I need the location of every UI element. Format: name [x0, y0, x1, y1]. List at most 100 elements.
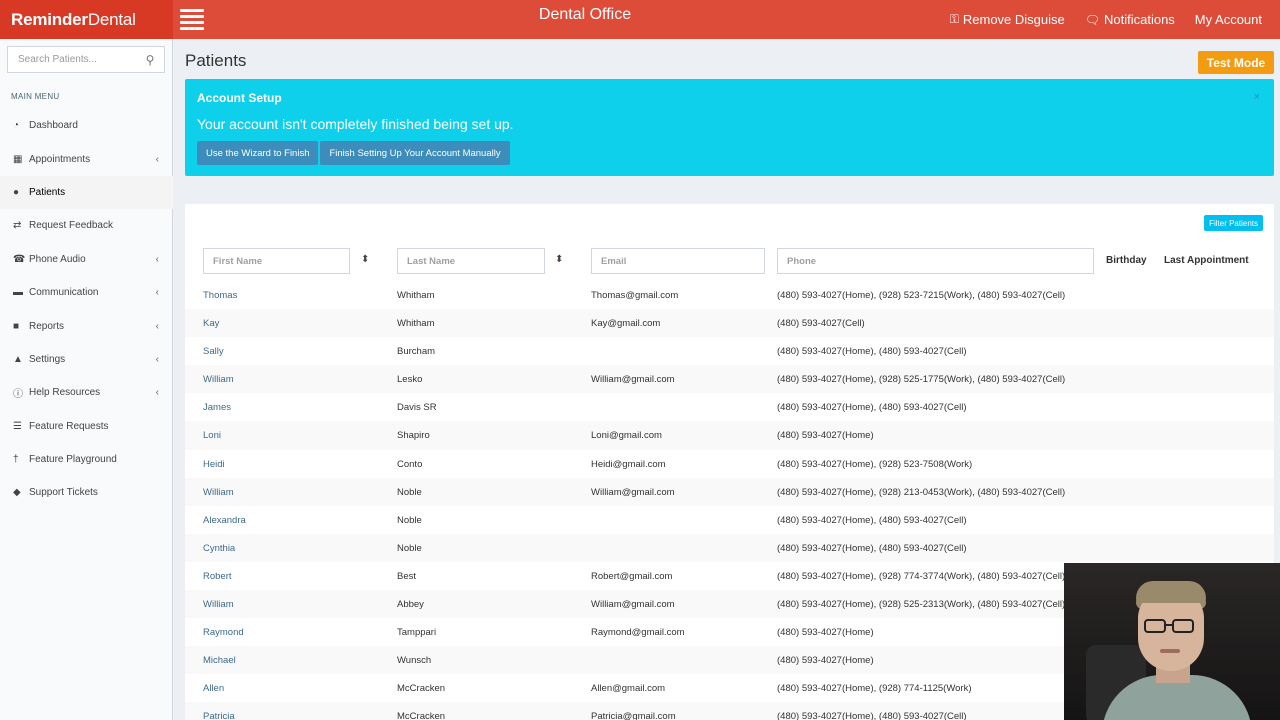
- sort-last-name-icon[interactable]: ⬍: [555, 254, 563, 265]
- table-row[interactable]: James Davis SR (480) 593-4027(Home), (480)…: [185, 393, 1274, 421]
- table-row[interactable]: Thomas Whitham Thomas@gmail.com (480) 593-4…: [185, 281, 1274, 309]
- sidebar-item-dashboard[interactable]: ◔ Dashboard: [0, 109, 173, 142]
- first-name-cell[interactable]: James: [203, 402, 231, 413]
- table-row[interactable]: William Lesko William@gmail.com (480) 593-4…: [185, 365, 1274, 394]
- sidebar-item-label: Dashboard: [29, 120, 78, 132]
- book-icon: ■: [13, 320, 20, 332]
- sidebar-item-feature-playground[interactable]: † Feature Playground: [0, 443, 173, 476]
- first-name-cell[interactable]: Raymond: [203, 627, 244, 638]
- remove-disguise-button[interactable]: ⚿ Remove Disguise: [940, 0, 1075, 39]
- sidebar-nav: ◔ Dashboard ▦ Appointments ‹ ● Patients ⇄ Reques…: [0, 109, 173, 510]
- table-row[interactable]: Alexandra Noble (480) 593-4027(Home), (480…: [185, 506, 1274, 534]
- wizard-button[interactable]: Use the Wizard to Finish: [197, 141, 319, 165]
- chevron-left-icon: ‹: [155, 253, 159, 265]
- sidebar-item-label: Patients: [29, 186, 66, 198]
- sidebar-item-patients[interactable]: ● Patients: [0, 175, 173, 210]
- filter-patients-button[interactable]: Filter Patients: [1204, 215, 1263, 231]
- table-row[interactable]: Kay Whitham Kay@gmail.com (480) 593-4027(Ce…: [185, 309, 1274, 338]
- sidebar-item-feature-requests[interactable]: ☰ Feature Requests: [0, 410, 173, 443]
- first-name-cell[interactable]: Cynthia: [203, 543, 235, 554]
- last-name-cell: Best: [397, 570, 417, 582]
- phone-cell: (480) 593-4027(Home), (480) 593-4027(Cel…: [777, 514, 967, 526]
- first-name-cell[interactable]: William: [203, 374, 234, 385]
- first-name-cell[interactable]: Robert: [203, 571, 232, 582]
- test-mode-button[interactable]: Test Mode: [1198, 51, 1274, 74]
- my-account-button[interactable]: My Account: [1185, 0, 1272, 39]
- phone-cell: (480) 593-4027(Cell): [777, 318, 865, 330]
- first-name-cell[interactable]: Thomas: [203, 290, 237, 301]
- phone-filter[interactable]: [777, 248, 1094, 274]
- first-name-cell[interactable]: Kay: [203, 318, 219, 329]
- last-name-filter[interactable]: [397, 248, 545, 274]
- sidebar-item-phone-audio[interactable]: ☎ Phone Audio ‹: [0, 243, 173, 276]
- birthday-column-header[interactable]: Birthday: [1106, 255, 1147, 266]
- sidebar-item-help-resources[interactable]: ⓘ Help Resources ‹: [0, 376, 173, 409]
- sidebar-item-settings[interactable]: ▲ Settings ‹: [0, 343, 173, 376]
- email-cell: Allen@gmail.com: [591, 683, 666, 695]
- sidebar-item-communication[interactable]: ▬ Communication ‹: [0, 276, 173, 309]
- first-name-cell[interactable]: William: [203, 487, 234, 498]
- email-cell: William@gmail.com: [591, 374, 675, 386]
- phone-cell: (480) 593-4027(Home), (928) 525-2313(Wor…: [777, 599, 1066, 611]
- last-name-cell: Conto: [397, 458, 423, 470]
- first-name-cell[interactable]: William: [203, 599, 234, 610]
- first-name-cell[interactable]: Patricia: [203, 711, 235, 720]
- last-appointment-column-header[interactable]: Last Appointment: [1164, 255, 1249, 266]
- manual-setup-button[interactable]: Finish Setting Up Your Account Manually: [320, 141, 510, 165]
- users-icon: ●: [13, 186, 20, 198]
- remove-disguise-label: Remove Disguise: [962, 12, 1065, 27]
- sidebar-item-support-tickets[interactable]: ◆ Support Tickets: [0, 476, 173, 509]
- table-row[interactable]: Sally Burcham (480) 593-4027(Home), (480) …: [185, 337, 1274, 365]
- table-row[interactable]: Heidi Conto Heidi@gmail.com (480) 593-4027(…: [185, 450, 1274, 478]
- first-name-cell[interactable]: Loni: [203, 430, 221, 441]
- webcam-overlay: [1064, 563, 1280, 720]
- phone-cell: (480) 593-4027(Home), (928) 213-0453(Wor…: [777, 486, 1066, 498]
- last-name-cell: Whitham: [397, 318, 435, 330]
- email-filter[interactable]: [591, 248, 765, 274]
- close-icon[interactable]: ×: [1254, 91, 1260, 103]
- last-name-cell: Tamppari: [397, 627, 437, 639]
- phone-cell: (480) 593-4027(Home), (928) 525-1775(Wor…: [777, 374, 1066, 386]
- sidebar-item-label: Phone Audio: [29, 253, 86, 265]
- first-name-cell[interactable]: Heidi: [203, 459, 225, 470]
- sidebar-item-label: Communication: [29, 287, 99, 299]
- alert-message: Your account isn't completely finished b…: [197, 116, 514, 132]
- phone-cell: (480) 593-4027(Home), (480) 593-4027(Cel…: [777, 542, 967, 554]
- email-cell: Loni@gmail.com: [591, 430, 662, 442]
- sidebar-item-label: Feature Requests: [29, 420, 109, 432]
- sidebar-item-appointments[interactable]: ▦ Appointments ‹: [0, 142, 173, 175]
- table-row[interactable]: Cynthia Noble (480) 593-4027(Home), (480) …: [185, 533, 1274, 562]
- my-account-label: My Account: [1194, 12, 1262, 27]
- notifications-button[interactable]: 🗨 Notifications: [1075, 0, 1185, 39]
- user-secret-icon: ⚿: [949, 12, 959, 26]
- email-cell: Patricia@gmail.com: [591, 711, 676, 720]
- email-cell: Thomas@gmail.com: [591, 290, 679, 301]
- chevron-left-icon: ‹: [155, 387, 159, 399]
- last-name-cell: Noble: [397, 486, 422, 498]
- sort-first-name-icon[interactable]: ⬍: [361, 254, 369, 265]
- top-navbar: Reminder Dental Dental Office ⚿ Remove Di…: [0, 0, 1280, 39]
- sidebar-item-reports[interactable]: ■ Reports ‹: [0, 309, 173, 342]
- search-icon[interactable]: ⚲: [138, 53, 162, 67]
- alert-buttons: Use the Wizard to Finish Finish Setting …: [197, 141, 510, 165]
- table-row[interactable]: William Noble William@gmail.com (480) 593-4…: [185, 477, 1274, 506]
- sidebar: ⚲ MAIN MENU ◔ Dashboard ▦ Appointments ‹ ● Pat…: [0, 39, 173, 720]
- search-input[interactable]: [8, 47, 138, 72]
- phone-cell: (480) 593-4027(Home): [777, 627, 874, 639]
- sidebar-item-label: Support Tickets: [29, 487, 98, 499]
- last-name-cell: Burcham: [397, 346, 436, 358]
- last-name-cell: McCracken: [397, 683, 446, 695]
- sidebar-item-label: Help Resources: [29, 387, 101, 399]
- phone-cell: (480) 593-4027(Home): [777, 430, 874, 442]
- sidebar-item-request-feedback[interactable]: ⇄ Request Feedback: [0, 209, 173, 242]
- list-icon: ☰: [13, 420, 22, 432]
- alert-title: Account Setup: [197, 91, 282, 105]
- first-name-cell[interactable]: Sally: [203, 346, 224, 357]
- dashboard-icon: ◔: [13, 120, 20, 132]
- first-name-cell[interactable]: Michael: [203, 655, 236, 666]
- first-name-filter[interactable]: [203, 248, 350, 274]
- table-row[interactable]: Loni Shapiro Loni@gmail.com (480) 593-4027(…: [185, 421, 1274, 450]
- first-name-cell[interactable]: Alexandra: [203, 515, 246, 526]
- chevron-left-icon: ‹: [155, 353, 159, 365]
- first-name-cell[interactable]: Allen: [203, 683, 224, 694]
